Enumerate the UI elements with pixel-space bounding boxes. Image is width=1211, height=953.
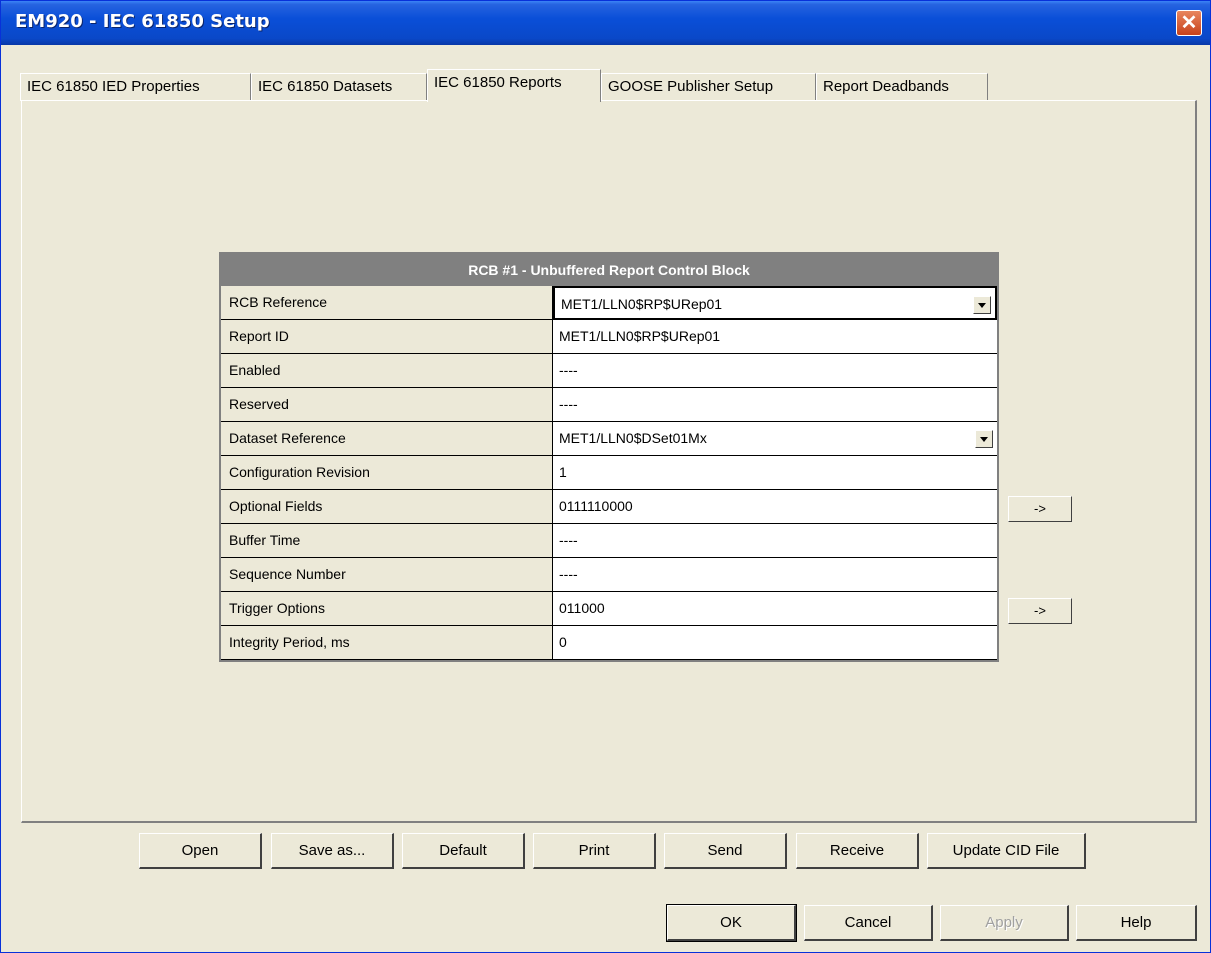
- table-row: Report ID MET1/LLN0$RP$URep01: [221, 320, 997, 354]
- grid-title: RCB #1 - Unbuffered Report Control Block: [221, 254, 997, 286]
- trigger-options-field[interactable]: 011000: [553, 592, 997, 626]
- row-label: Dataset Reference: [221, 422, 553, 456]
- row-label: Enabled: [221, 354, 553, 388]
- row-label: Reserved: [221, 388, 553, 422]
- row-value: MET1/LLN0$RP$URep01: [561, 296, 723, 312]
- cancel-button[interactable]: Cancel: [804, 905, 933, 941]
- help-button[interactable]: Help: [1076, 905, 1197, 941]
- integrity-period-field[interactable]: 0: [553, 626, 997, 660]
- rcb-grid: RCB #1 - Unbuffered Report Control Block…: [219, 252, 999, 662]
- row-label: Buffer Time: [221, 524, 553, 558]
- chevron-down-icon[interactable]: [975, 430, 993, 448]
- ok-button[interactable]: OK: [666, 904, 797, 942]
- table-row: Configuration Revision 1: [221, 456, 997, 490]
- receive-button[interactable]: Receive: [796, 833, 919, 869]
- row-label: Configuration Revision: [221, 456, 553, 490]
- default-button[interactable]: Default: [402, 833, 525, 869]
- row-value: MET1/LLN0$DSet01Mx: [559, 430, 707, 446]
- row-label: RCB Reference: [221, 286, 553, 320]
- tab-reports[interactable]: IEC 61850 Reports: [427, 69, 601, 102]
- tab-ied-properties[interactable]: IEC 61850 IED Properties: [20, 73, 251, 101]
- print-button[interactable]: Print: [533, 833, 656, 869]
- row-label: Integrity Period, ms: [221, 626, 553, 660]
- setup-window: EM920 - IEC 61850 Setup ✕ IEC 61850 IED …: [0, 0, 1211, 953]
- buffer-time-field[interactable]: ----: [553, 524, 997, 558]
- row-label: Sequence Number: [221, 558, 553, 592]
- update-cid-file-button[interactable]: Update CID File: [927, 833, 1086, 869]
- table-row: Optional Fields 0111110000: [221, 490, 997, 524]
- table-row: Integrity Period, ms 0: [221, 626, 997, 660]
- tab-goose-publisher[interactable]: GOOSE Publisher Setup: [601, 73, 816, 101]
- window-title: EM920 - IEC 61850 Setup: [15, 11, 270, 32]
- send-button[interactable]: Send: [664, 833, 787, 869]
- table-row: Dataset Reference MET1/LLN0$DSet01Mx: [221, 422, 997, 456]
- trigger-options-edit-button[interactable]: ->: [1008, 598, 1072, 624]
- table-row: Sequence Number ----: [221, 558, 997, 592]
- row-label: Report ID: [221, 320, 553, 354]
- sequence-number-field[interactable]: ----: [553, 558, 997, 592]
- row-label: Trigger Options: [221, 592, 553, 626]
- close-button[interactable]: ✕: [1176, 10, 1202, 36]
- report-id-field[interactable]: MET1/LLN0$RP$URep01: [553, 320, 997, 354]
- table-row: Buffer Time ----: [221, 524, 997, 558]
- save-as-button[interactable]: Save as...: [271, 833, 394, 869]
- title-bar[interactable]: EM920 - IEC 61850 Setup ✕: [1, 1, 1210, 45]
- chevron-down-icon[interactable]: [973, 296, 991, 314]
- close-icon[interactable]: ✕: [1177, 11, 1201, 35]
- tab-datasets[interactable]: IEC 61850 Datasets: [251, 73, 427, 101]
- table-row: Trigger Options 011000: [221, 592, 997, 626]
- row-label: Optional Fields: [221, 490, 553, 524]
- optional-fields-field[interactable]: 0111110000: [553, 490, 997, 524]
- table-row: RCB Reference MET1/LLN0$RP$URep01: [221, 286, 997, 320]
- apply-button[interactable]: Apply: [940, 905, 1069, 941]
- dataset-reference-select[interactable]: MET1/LLN0$DSet01Mx: [553, 422, 997, 456]
- table-row: Enabled ----: [221, 354, 997, 388]
- rcb-reference-select[interactable]: MET1/LLN0$RP$URep01: [553, 286, 997, 320]
- table-row: Reserved ----: [221, 388, 997, 422]
- configuration-revision-field[interactable]: 1: [553, 456, 997, 490]
- optional-fields-edit-button[interactable]: ->: [1008, 496, 1072, 522]
- enabled-field[interactable]: ----: [553, 354, 997, 388]
- open-button[interactable]: Open: [139, 833, 262, 869]
- reserved-field[interactable]: ----: [553, 388, 997, 422]
- tab-report-deadbands[interactable]: Report Deadbands: [816, 73, 988, 101]
